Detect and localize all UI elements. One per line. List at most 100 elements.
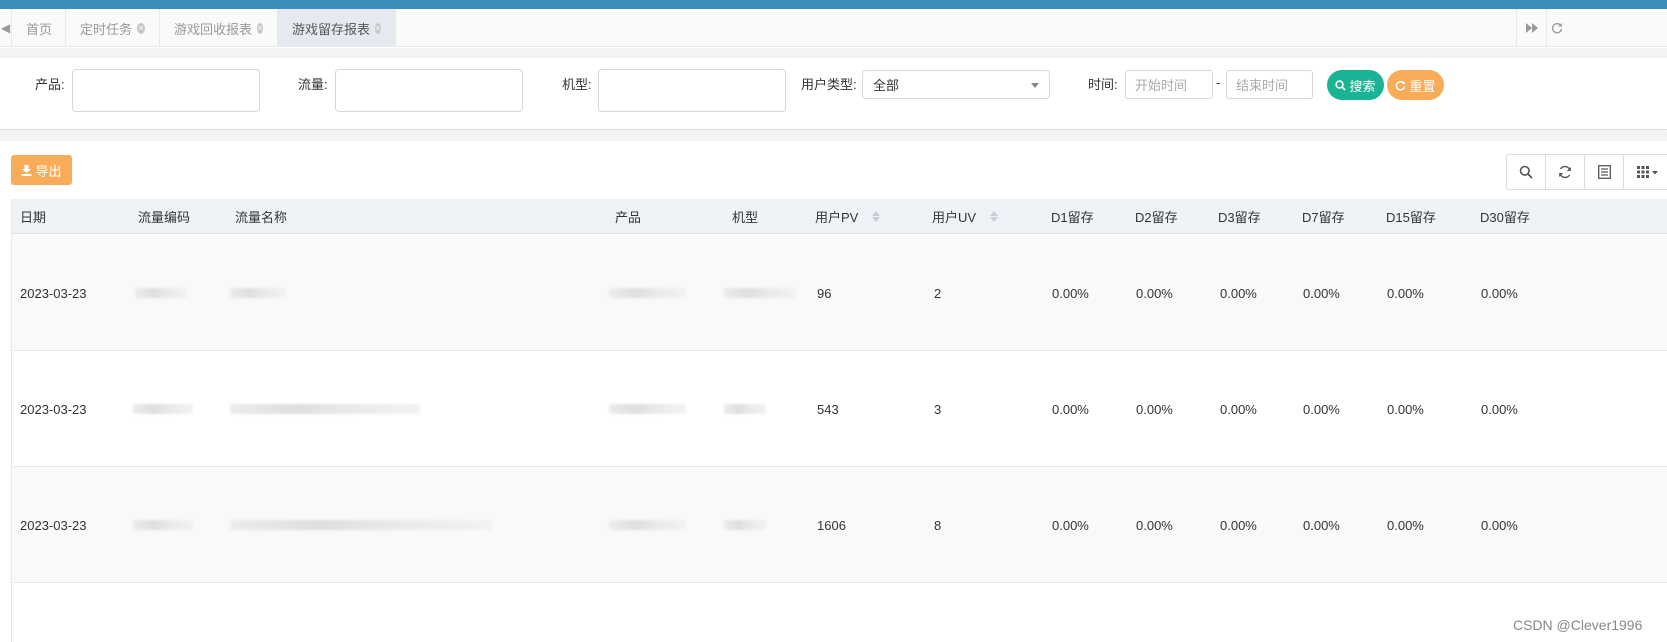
close-icon[interactable]: ×: [137, 22, 145, 34]
table-header: 日期 流量编码 流量名称 产品 机型 用户PV 用户UV D1留存 D2留存 D…: [12, 199, 1667, 234]
cell-user-pv: 1606: [817, 517, 846, 533]
cell-d15: 0.00%: [1387, 517, 1424, 533]
cell-d7: 0.00%: [1303, 401, 1340, 417]
cell-date: 2023-03-23: [20, 517, 87, 533]
traffic-input[interactable]: [335, 69, 523, 112]
export-button[interactable]: 导出: [11, 155, 72, 185]
cell-date: 2023-03-23: [20, 401, 87, 417]
date-separator: -: [1216, 75, 1221, 90]
redacted-cell: [230, 404, 420, 414]
column-header-d1: D1留存: [1051, 210, 1094, 225]
cell-user-uv: 3: [934, 401, 942, 417]
cell-d3: 0.00%: [1220, 285, 1257, 301]
user-type-value: 全部: [873, 78, 900, 93]
cell-d2: 0.00%: [1136, 517, 1173, 533]
tab-bar: ◀ 首页 定时任务 × 游戏回收报表 × 游戏留存报表 ×: [0, 9, 1667, 47]
section-gap: [0, 131, 1667, 141]
cell-d1: 0.00%: [1052, 401, 1089, 417]
column-header-d7: D7留存: [1302, 210, 1345, 225]
chevron-down-icon: [1031, 83, 1039, 88]
redacted-cell: [133, 404, 193, 414]
list-icon: [1597, 165, 1611, 179]
sort-icon[interactable]: [872, 211, 881, 222]
redacted-cell: [135, 288, 187, 298]
cell-date: 2023-03-23: [20, 285, 87, 301]
cell-d15: 0.00%: [1387, 285, 1424, 301]
sort-icon[interactable]: [990, 211, 999, 222]
search-button-label: 搜索: [1349, 78, 1376, 94]
column-header-model: 机型: [732, 210, 759, 225]
cell-d1: 0.00%: [1052, 517, 1089, 533]
search-button[interactable]: 搜索: [1327, 70, 1384, 100]
refresh-icon: [1551, 23, 1563, 34]
search-icon: [1519, 165, 1533, 179]
download-icon: [21, 164, 32, 176]
redacted-cell: [609, 288, 686, 298]
table-columns-button[interactable]: [1624, 155, 1667, 189]
end-time-input[interactable]: 结束时间: [1226, 70, 1313, 99]
export-button-label: 导出: [35, 163, 62, 179]
user-type-label: 用户类型:: [801, 77, 857, 92]
cell-user-pv: 96: [817, 285, 832, 301]
retention-table: 日期 流量编码 流量名称 产品 机型 用户PV 用户UV D1留存 D2留存 D…: [11, 199, 1667, 642]
cell-d30: 0.00%: [1481, 285, 1518, 301]
redacted-cell: [609, 520, 686, 530]
search-form: 产品: 流量: 机型: 用户类型: 全部 时间: 开始时间 - 结束时间 搜索 …: [0, 58, 1667, 130]
cell-user-uv: 8: [934, 517, 942, 533]
cell-d3: 0.00%: [1220, 517, 1257, 533]
tab-scroll-left-button[interactable]: ◀: [0, 9, 12, 47]
column-header-user-pv[interactable]: 用户PV: [815, 199, 881, 234]
tab-label: 游戏回收报表: [174, 21, 253, 37]
forward-icon: [1525, 23, 1538, 33]
tab-scroll-right-button[interactable]: [1516, 9, 1546, 47]
cell-d7: 0.00%: [1303, 517, 1340, 533]
top-accent-bar: [0, 0, 1667, 9]
watermark: CSDN @Clever1996: [1513, 617, 1643, 633]
tab-label: 游戏留存报表: [292, 21, 371, 37]
traffic-label: 流量:: [298, 77, 328, 92]
column-header-d15: D15留存: [1386, 210, 1436, 225]
model-label: 机型:: [562, 77, 592, 92]
tab-game-recovery-report[interactable]: 游戏回收报表 ×: [160, 9, 278, 47]
cell-d2: 0.00%: [1136, 401, 1173, 417]
close-icon[interactable]: ×: [257, 22, 263, 34]
table-search-button[interactable]: [1507, 155, 1546, 189]
column-header-d3: D3留存: [1218, 210, 1261, 225]
time-label: 时间:: [1088, 77, 1118, 92]
tab-refresh-button[interactable]: [1546, 9, 1567, 47]
close-icon[interactable]: ×: [375, 22, 381, 34]
tab-scheduled-tasks[interactable]: 定时任务 ×: [66, 9, 160, 47]
search-icon: [1335, 79, 1347, 91]
redacted-cell: [230, 288, 286, 298]
user-type-select[interactable]: 全部: [862, 70, 1050, 99]
column-header-user-uv[interactable]: 用户UV: [932, 199, 999, 234]
tab-home[interactable]: 首页: [12, 9, 66, 47]
product-input[interactable]: [72, 69, 260, 112]
cell-d1: 0.00%: [1052, 285, 1089, 301]
cell-d30: 0.00%: [1481, 401, 1518, 417]
start-time-input[interactable]: 开始时间: [1125, 70, 1213, 99]
refresh-icon: [1559, 165, 1571, 179]
table-row[interactable]: 2023-03-23 96 2 0.00% 0.00% 0.00% 0.00% …: [12, 235, 1667, 351]
column-header-traffic-code: 流量编码: [138, 210, 191, 225]
tab-game-retention-report[interactable]: 游戏留存报表 ×: [278, 9, 396, 47]
cell-d3: 0.00%: [1220, 401, 1257, 417]
redacted-cell: [724, 288, 796, 298]
table-refresh-button[interactable]: [1546, 155, 1585, 189]
redacted-cell: [133, 520, 193, 530]
table-toggle-view-button[interactable]: [1585, 155, 1624, 189]
table-row[interactable]: 2023-03-23 543 3 0.00% 0.00% 0.00% 0.00%…: [12, 351, 1667, 467]
cell-user-uv: 2: [934, 285, 942, 301]
model-input[interactable]: [598, 69, 786, 112]
cell-d15: 0.00%: [1387, 401, 1424, 417]
redacted-cell: [724, 520, 766, 530]
cell-d2: 0.00%: [1136, 285, 1173, 301]
tab-label: 首页: [26, 21, 53, 37]
column-header-product: 产品: [615, 210, 642, 225]
table-row[interactable]: 2023-03-23 1606 8 0.00% 0.00% 0.00% 0.00…: [12, 467, 1667, 583]
reset-button[interactable]: 重置: [1387, 70, 1444, 100]
start-time-placeholder: 开始时间: [1135, 78, 1188, 93]
end-time-placeholder: 结束时间: [1236, 78, 1289, 93]
cell-d7: 0.00%: [1303, 285, 1340, 301]
column-header-d30: D30留存: [1480, 210, 1530, 225]
